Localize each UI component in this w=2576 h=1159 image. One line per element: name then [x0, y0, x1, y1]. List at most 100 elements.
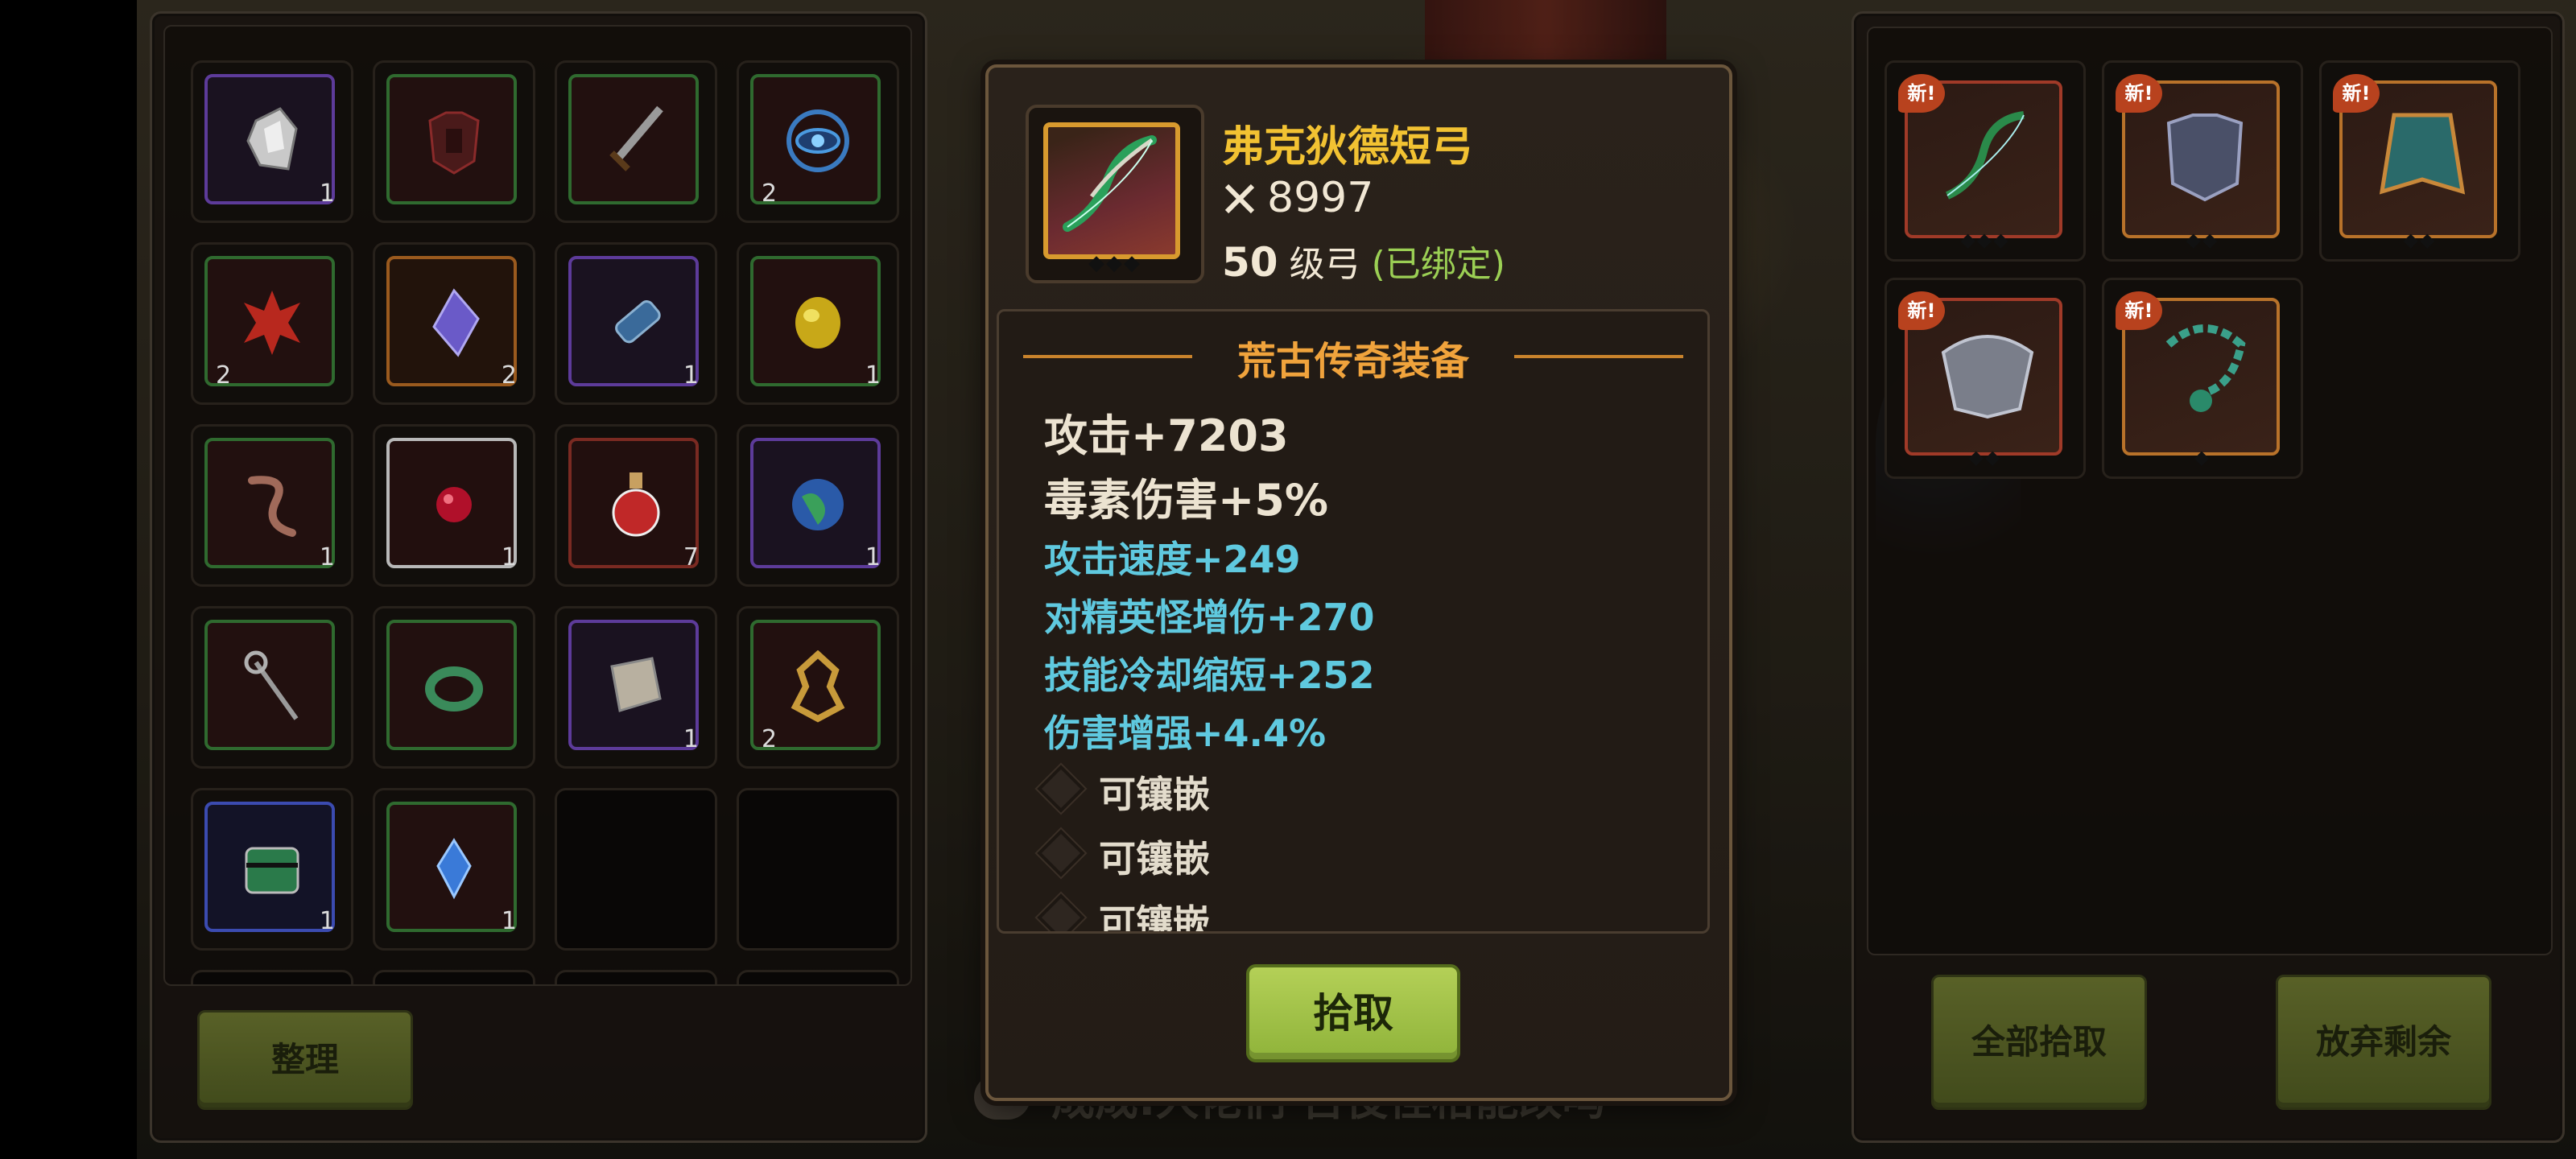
item-level: 50 级弓 (已绑定) [1222, 235, 1505, 287]
diamond-socket-icon [1037, 829, 1085, 877]
quality-title: 荒古传奇装备 [999, 329, 1707, 386]
potion-icon [612, 472, 660, 537]
blue-scroll-icon [615, 300, 661, 344]
main-stat: 攻击+7203 [1044, 410, 1289, 461]
inventory-slot[interactable] [373, 60, 535, 223]
pickup-button[interactable]: 拾取 [1246, 964, 1460, 1062]
inventory-slot[interactable]: 1 [555, 242, 717, 405]
loot-slot[interactable]: 新! ◆◆◆ [1885, 60, 2086, 262]
item-count: 1 [683, 361, 699, 390]
discard-remaining-button[interactable]: 放弃剩余 [2276, 975, 2491, 1110]
sub-stat: 对精英怪增伤+270 [1044, 596, 1375, 639]
inventory-slot[interactable]: 1 [373, 788, 535, 951]
shoulder-armor-icon [1941, 335, 2034, 419]
inventory-slot-empty[interactable] [737, 970, 899, 984]
item-count: 2 [216, 361, 232, 390]
globe-icon [792, 479, 844, 530]
item-count: 2 [501, 361, 517, 390]
star-diamonds: ◆◆ [1968, 446, 2002, 468]
item-count: 1 [501, 543, 517, 571]
inventory-slot[interactable]: 2 [737, 60, 899, 223]
item-count: 1 [865, 543, 881, 571]
cloak-icon [2379, 113, 2466, 195]
special-stat-label: 毒素伤害 [1044, 475, 1218, 526]
inventory-slot[interactable]: 7 [555, 424, 717, 587]
quality-label: 荒古传奇装备 [1236, 339, 1469, 384]
inventory-slot-empty[interactable] [737, 788, 899, 951]
gold-orb-icon [795, 297, 840, 349]
sword-icon [609, 105, 663, 171]
star-diamonds: ◆ [2194, 446, 2211, 468]
inventory-slot[interactable]: 2 [191, 242, 353, 405]
eye-emblem-icon [786, 109, 849, 172]
sub-stat: 攻击速度+249 [1044, 538, 1301, 581]
inventory-panel: 1 2 2 2 1 1 1 1 7 1 1 2 1 1 整理 [150, 11, 927, 1143]
sort-button[interactable]: 整理 [197, 1010, 413, 1110]
star-diamonds: ◆◆◆ [1960, 229, 2010, 251]
loot-slot[interactable]: 新! ◆◆ [1885, 278, 2086, 479]
item-stats-panel[interactable]: 荒古传奇装备 攻击+7203 毒素伤害+5% 攻击速度+249 对精英怪增伤+2… [997, 309, 1710, 934]
inventory-slot-empty[interactable] [191, 970, 353, 984]
crossed-swords-icon [1224, 184, 1255, 214]
loot-slot[interactable]: 新! ◆ [2102, 278, 2303, 479]
inventory-slot[interactable]: 1 [191, 424, 353, 587]
bound-status: (已绑定) [1371, 244, 1505, 285]
star-diamonds: ◆◆ [2186, 229, 2219, 251]
inventory-slot[interactable] [373, 606, 535, 769]
loot-slot[interactable]: 新! ◆◆ [2319, 60, 2520, 262]
item-count: 2 [762, 179, 778, 208]
sub-stat: 伤害增强+4.4% [1044, 711, 1327, 755]
new-tag: 新! [1898, 74, 1945, 113]
inventory-slot-empty[interactable] [555, 970, 717, 984]
dark-armor-icon [428, 111, 480, 175]
loot-panel: 新! ◆◆◆ 新! ◆◆ 新! ◆◆ 新! ◆◆ 新! ◆ 全部拾取 放弃剩余 [1852, 11, 2565, 1143]
inventory-slot-empty[interactable] [555, 788, 717, 951]
chest-armor-icon [2166, 113, 2244, 202]
item-count: 1 [319, 179, 335, 208]
loot-grid-area: 新! ◆◆◆ 新! ◆◆ 新! ◆◆ 新! ◆◆ 新! ◆ [1867, 27, 2553, 955]
star-diamonds: ◆◆◆ [1088, 251, 1141, 275]
inventory-grid-area: 1 2 2 2 1 1 1 1 7 1 1 2 1 1 [163, 25, 912, 986]
diamond-socket-icon [1037, 893, 1085, 931]
inventory-slot[interactable]: 1 [191, 60, 353, 223]
new-tag: 新! [1898, 291, 1945, 330]
item-power: 8997 [1222, 174, 1373, 222]
item-count: 7 [683, 543, 699, 571]
item-name: 弗克狄德短弓 [1222, 123, 1474, 171]
inventory-slot[interactable]: 1 [373, 424, 535, 587]
purple-gem-icon [432, 288, 480, 357]
special-stat-value: +5% [1218, 475, 1328, 526]
bow-icon [1063, 135, 1157, 232]
gem-socket: 可镶嵌 [1037, 829, 1210, 883]
new-tag: 新! [2116, 74, 2162, 113]
inventory-slot[interactable]: 1 [737, 424, 899, 587]
crystal-shard-icon [246, 107, 298, 171]
item-count: 1 [501, 907, 517, 935]
new-tag: 新! [2333, 74, 2380, 113]
loot-slot[interactable]: 新! ◆◆ [2102, 60, 2303, 262]
item-count: 1 [865, 361, 881, 390]
inventory-slot[interactable]: 2 [373, 242, 535, 405]
special-stat: 毒素伤害+5% [1044, 464, 1328, 528]
inventory-slot[interactable]: 1 [555, 606, 717, 769]
inventory-slot[interactable]: 2 [737, 606, 899, 769]
bow-icon [1945, 111, 2025, 200]
item-count: 1 [683, 725, 699, 753]
gold-emblem-icon [791, 650, 845, 723]
ring-icon [425, 666, 483, 711]
gem-socket: 可镶嵌 [1037, 765, 1210, 819]
level-number: 50 [1222, 239, 1278, 286]
item-detail-dialog: ◆◆◆ 弗克狄德短弓 8997 50 级弓 (已绑定) 荒古传奇装备 攻击+72… [985, 64, 1732, 1101]
new-tag: 新! [2116, 291, 2162, 330]
sub-stat: 技能冷却缩短+252 [1044, 654, 1375, 697]
pickup-all-button[interactable]: 全部拾取 [1931, 975, 2147, 1110]
rope-icon [248, 476, 296, 537]
necklace-icon [2165, 324, 2246, 412]
inventory-slot[interactable]: 1 [737, 242, 899, 405]
item-count: 2 [762, 725, 778, 753]
inventory-slot[interactable] [555, 60, 717, 223]
inventory-slot[interactable] [191, 606, 353, 769]
inventory-slot-empty[interactable] [373, 970, 535, 984]
item-icon-frame: ◆◆◆ [1026, 105, 1204, 283]
inventory-slot[interactable]: 1 [191, 788, 353, 951]
